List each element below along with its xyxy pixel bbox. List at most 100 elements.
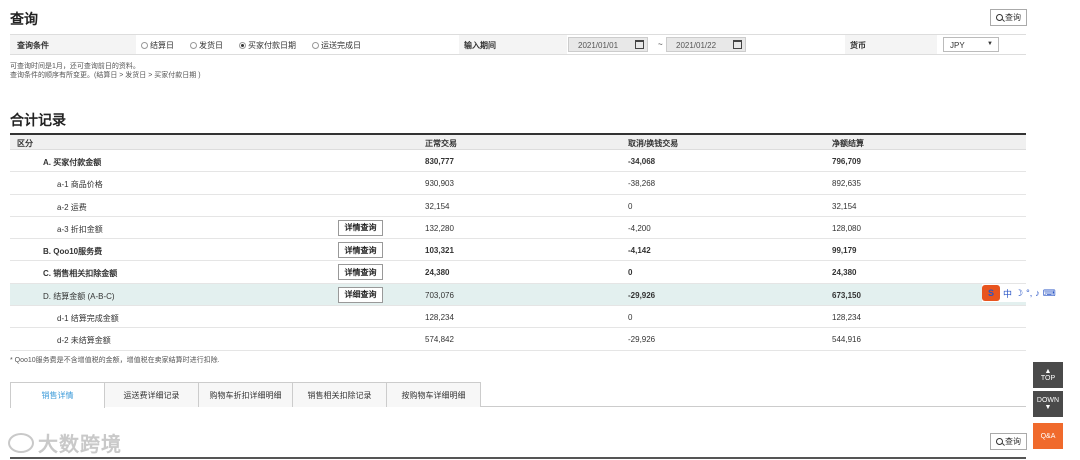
search-button[interactable]: 查询	[990, 9, 1027, 26]
period-label: 输入期间	[464, 41, 496, 50]
cell-cancel: -4,142	[628, 246, 651, 256]
cell-normal: 830,777	[425, 157, 454, 166]
calendar-icon[interactable]	[635, 40, 644, 49]
condition-bar: 查询条件 结算日 发货日 买家付款日期 运送完成日 输入期间 2021/01/0…	[10, 34, 1026, 55]
radio-dot-selected	[239, 42, 246, 49]
cell-normal: 128,234	[425, 313, 454, 323]
search-button-label: 查询	[1005, 437, 1021, 446]
radio-label: 结算日	[150, 41, 174, 50]
tab-sales-details[interactable]: 销售详情	[10, 382, 105, 408]
footnote: * Qoo10服务费是不含增值税的金额，增值税在卖家结算时进行扣除.	[10, 357, 220, 364]
row-label: a-3 折扣金额	[57, 224, 103, 234]
header-net: 净额结算	[832, 139, 864, 148]
radio-payment-date[interactable]: 买家付款日期	[239, 40, 296, 51]
detail-tabs: 销售详情 运送费详细记录 购物车折扣详细明细 销售相关扣除记录 按购物车详细明细	[10, 382, 1026, 408]
cell-net: 673,150	[832, 290, 861, 300]
row-label: D. 结算金额 (A-B-C)	[43, 291, 115, 301]
table-row: A. 买家付款金额 830,777 -34,068 796,709	[10, 150, 1026, 173]
scroll-down-button[interactable]: DOWN ▼	[1033, 391, 1063, 417]
radio-dot	[190, 42, 197, 49]
date-from-value: 2021/01/01	[578, 41, 619, 50]
keyboard-icon[interactable]: ⌨	[1043, 288, 1056, 299]
ime-toolbar[interactable]: S 中 ☽ °, ♪ ⌨	[982, 284, 1080, 302]
header-normal: 正常交易	[425, 139, 457, 148]
cell-net: 24,380	[832, 268, 857, 278]
cell-normal: 24,380	[425, 268, 450, 278]
cell-normal: 574,842	[425, 335, 454, 345]
cell-cancel: 0	[628, 268, 633, 278]
table-row-highlighted: D. 结算金额 (A-B-C) 详细查询 703,076 -29,926 673…	[10, 283, 1026, 307]
tab-shipping-details[interactable]: 运送费详细记录	[104, 382, 199, 407]
cell-cancel: -29,926	[628, 290, 656, 300]
table-row: C. 销售相关扣除金额 详情查询 24,380 0 24,380	[10, 261, 1026, 284]
radio-settlement-date[interactable]: 结算日	[141, 40, 174, 51]
search-icon	[996, 438, 1003, 445]
watermark-logo-icon	[8, 432, 34, 453]
calendar-icon[interactable]	[733, 40, 742, 49]
date-to-value: 2021/01/22	[676, 41, 717, 50]
date-to-field[interactable]: 2021/01/22	[666, 37, 746, 52]
cell-net: 32,154	[832, 201, 857, 211]
detail-query-button[interactable]: 详情查询	[338, 242, 383, 259]
cell-cancel: -34,068	[628, 157, 656, 166]
page-title: 查询	[10, 11, 38, 27]
row-label: A. 买家付款金额	[43, 158, 102, 167]
top-label: TOP	[1040, 375, 1056, 382]
qa-button[interactable]: Q&A	[1033, 423, 1063, 449]
microphone-icon[interactable]: ♪	[1035, 288, 1040, 298]
cell-net: 796,709	[832, 157, 861, 166]
cell-net: 892,635	[832, 179, 861, 189]
detail-query-button[interactable]: 详情查询	[338, 264, 383, 281]
row-label: d-1 结算完成金额	[57, 314, 119, 324]
tab-cart-discount-details[interactable]: 购物车折扣详细明细	[198, 382, 293, 407]
cell-normal: 132,280	[425, 223, 454, 233]
cell-cancel: 0	[628, 313, 633, 323]
detail-query-button[interactable]: 详情查询	[338, 219, 383, 236]
table-row: B. Qoo10服务费 详情查询 103,321 -4,142 99,179	[10, 239, 1026, 262]
summary-table: 区分 正常交易 取消/换钱交易 净额结算 A. 买家付款金额 830,777 -…	[10, 133, 1026, 351]
arrow-up-icon: ▲	[1044, 368, 1052, 375]
cell-cancel: 0	[628, 201, 633, 211]
cell-net: 128,234	[832, 313, 861, 323]
row-label: C. 销售相关扣除金额	[43, 269, 118, 279]
scroll-top-button[interactable]: ▲ TOP	[1033, 362, 1063, 388]
note-line: 可查询时间是1月，还可查询前日的资料。	[10, 63, 140, 70]
cell-net: 544,916	[832, 335, 861, 345]
row-label: a-1 商品价格	[57, 180, 103, 190]
header-category: 区分	[17, 139, 33, 148]
condition-notes: 可查询时间是1月，还可查询前日的资料。 查询条件的顺序有所变更。(结算日 > 发…	[10, 62, 201, 80]
punctuation-icon[interactable]: °,	[1026, 288, 1032, 298]
row-label: a-2 运费	[57, 202, 87, 212]
radio-label: 买家付款日期	[248, 41, 296, 50]
summary-title: 合计记录	[10, 112, 66, 128]
moon-icon[interactable]: ☽	[1015, 288, 1023, 299]
radio-dot	[141, 42, 148, 49]
table-row: a-2 运费 32,154 0 32,154	[10, 195, 1026, 217]
cell-normal: 930,903	[425, 179, 454, 189]
detail-query-button[interactable]: 详细查询	[338, 286, 383, 303]
currency-label: 货币	[850, 41, 866, 50]
summary-header-row: 区分 正常交易 取消/换钱交易 净额结算	[10, 135, 1026, 150]
cell-normal: 32,154	[425, 201, 450, 211]
cell-cancel: -4,200	[628, 223, 651, 233]
cell-cancel: -29,926	[628, 335, 656, 345]
currency-select[interactable]: JPY ▼	[943, 37, 999, 52]
tab-cart-details[interactable]: 按购物车详细明细	[386, 382, 481, 407]
header-cancel: 取消/换钱交易	[628, 139, 679, 148]
cell-net: 99,179	[832, 246, 857, 256]
search-icon	[996, 14, 1003, 21]
search-button-bottom[interactable]: 查询	[990, 433, 1027, 450]
date-from-field[interactable]: 2021/01/01	[568, 37, 648, 52]
down-label: DOWN	[1036, 397, 1060, 404]
radio-ship-date[interactable]: 发货日	[190, 40, 223, 51]
ime-language-label[interactable]: 中	[1003, 287, 1012, 300]
cell-cancel: -38,268	[628, 179, 656, 189]
sogou-logo-icon[interactable]: S	[982, 285, 1000, 301]
radio-delivery-date[interactable]: 运送完成日	[312, 40, 361, 51]
cell-normal: 103,321	[425, 246, 454, 256]
tab-sales-deduction-records[interactable]: 销售相关扣除记录	[292, 382, 387, 407]
table-row: a-1 商品价格 930,903 -38,268 892,635	[10, 172, 1026, 195]
arrow-down-icon: ▼	[1044, 404, 1052, 411]
section-divider	[10, 457, 1026, 459]
cell-net: 128,080	[832, 223, 861, 233]
